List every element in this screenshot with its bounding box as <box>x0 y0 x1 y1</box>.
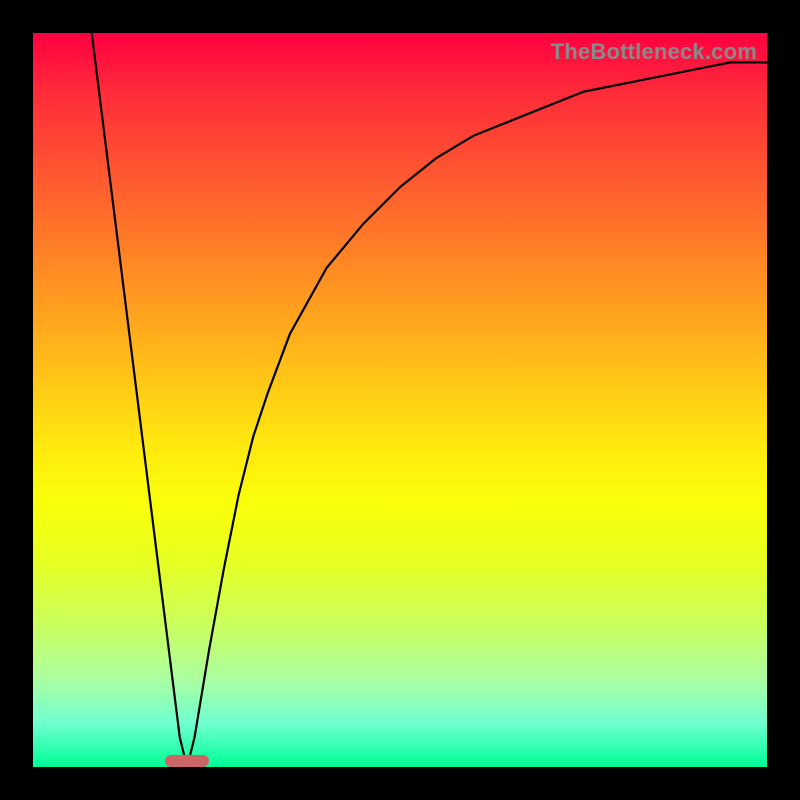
chart-frame: TheBottleneck.com <box>0 0 800 800</box>
bottleneck-curve <box>92 33 767 767</box>
optimum-marker <box>165 755 209 767</box>
plot-area: TheBottleneck.com <box>33 33 767 767</box>
curve-layer <box>33 33 767 767</box>
